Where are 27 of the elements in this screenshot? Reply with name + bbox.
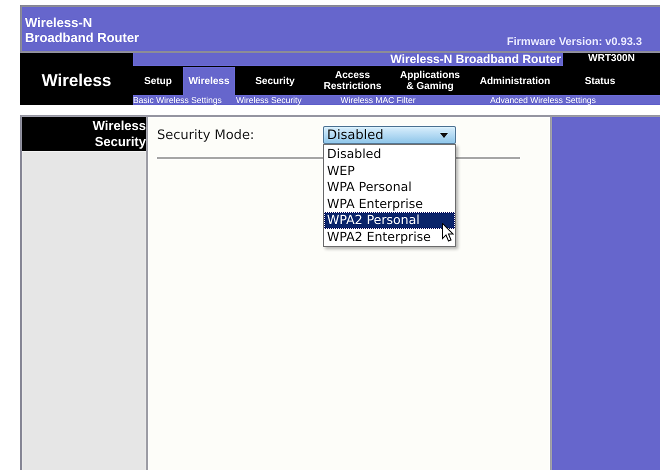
nav-tab[interactable]: Security bbox=[235, 67, 315, 95]
banner-title: Wireless-N Broadband Router bbox=[133, 53, 563, 66]
dropdown-option[interactable]: WPA2 Personal bbox=[324, 212, 455, 228]
subtab-link[interactable]: Wireless Security bbox=[236, 95, 313, 105]
dropdown-option[interactable]: WPA Enterprise bbox=[324, 196, 455, 212]
nav-tab[interactable]: Access Restrictions bbox=[315, 67, 390, 95]
nav-tab[interactable]: Wireless bbox=[183, 67, 235, 95]
product-subtitle: Broadband Router bbox=[25, 30, 140, 45]
subtab-link[interactable]: Wireless MAC Filter bbox=[313, 95, 443, 105]
model-name: WRT300N bbox=[587, 53, 636, 66]
dropdown-option[interactable]: Disabled bbox=[324, 146, 455, 162]
product-title: Wireless-N bbox=[25, 15, 94, 30]
nav-tab[interactable]: Status bbox=[560, 67, 640, 95]
page-title: Wireless Security bbox=[22, 117, 146, 151]
field-label: Security Mode: bbox=[157, 128, 254, 143]
dropdown-option[interactable]: WPA2 Enterprise bbox=[324, 228, 455, 245]
dropdown-option[interactable]: WPA Personal bbox=[324, 179, 455, 196]
dropdown-arrow-icon bbox=[440, 132, 448, 138]
nav-tab[interactable]: Setup bbox=[133, 67, 183, 95]
subtab-link[interactable]: Advanced Wireless Settings bbox=[443, 95, 643, 105]
firmware-version: Firmware Version: v0.93.3 bbox=[506, 36, 643, 50]
nav-tab[interactable]: Administration bbox=[470, 67, 560, 95]
subtab-link[interactable]: Basic Wireless Settings bbox=[133, 95, 236, 105]
dropdown-option[interactable]: WEP bbox=[324, 162, 455, 179]
security-mode-dropdown[interactable]: Disabled bbox=[323, 126, 456, 144]
nav-tab[interactable]: Applications & Gaming bbox=[390, 67, 470, 95]
section-title: Wireless bbox=[40, 70, 112, 92]
